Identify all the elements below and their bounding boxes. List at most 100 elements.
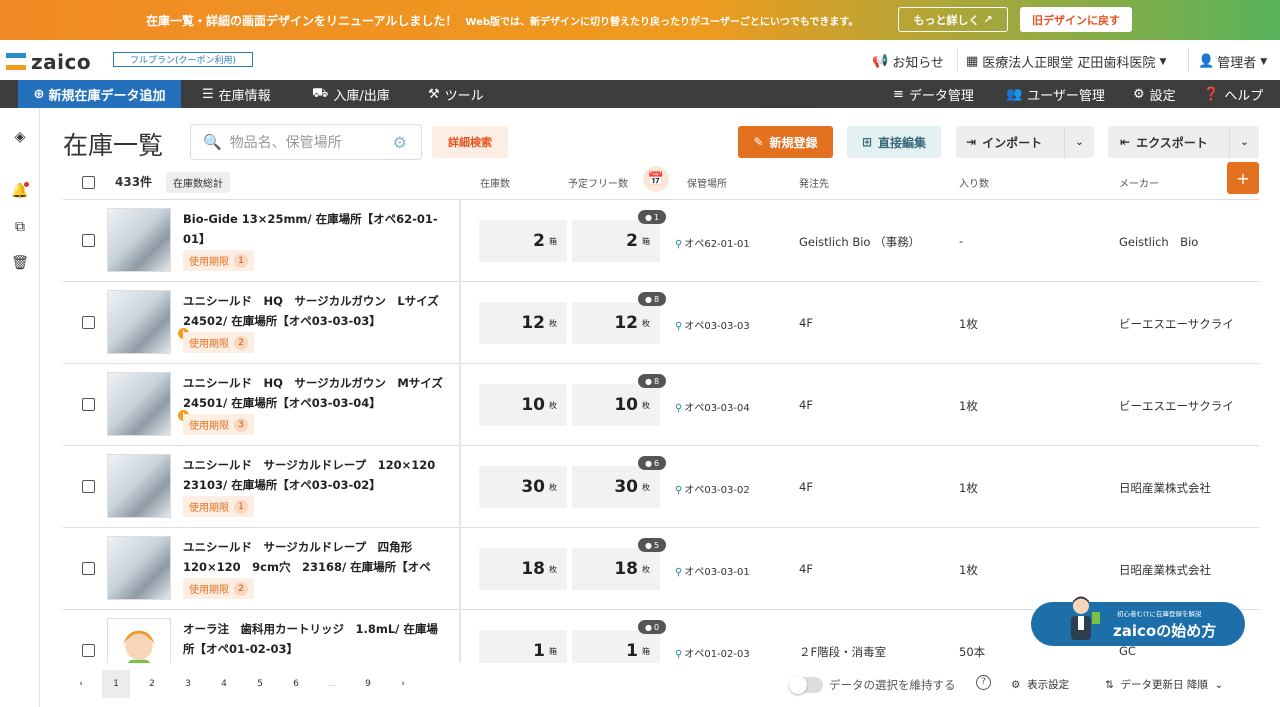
notice-link[interactable]: 📢 お知らせ (872, 52, 944, 71)
import-icon: ⇥ (966, 135, 977, 149)
nav-settings[interactable]: ⚙ 設定 (1133, 80, 1176, 108)
stock-quantity[interactable]: 1箱 (479, 630, 567, 663)
transfer-icon[interactable]: ⧉ (11, 218, 29, 236)
user-menu[interactable]: 👤 管理者 ▼ (1198, 52, 1267, 71)
nav-inventory-info[interactable]: ☰ 在庫情報 (202, 80, 271, 108)
page-6[interactable]: 6 (282, 670, 310, 698)
page-4[interactable]: 4 (210, 670, 238, 698)
stock-total-button[interactable]: 在庫数総計 (166, 172, 230, 193)
nav-data-management[interactable]: ≡ データ管理 (893, 80, 974, 108)
free-quantity[interactable]: 10 枚 (572, 384, 660, 426)
user-count-badge: ● 6 (638, 456, 667, 470)
row-checkbox[interactable] (82, 398, 95, 411)
row-checkbox[interactable] (82, 316, 95, 329)
nav-user-management[interactable]: 👥 ユーザー管理 (1006, 80, 1105, 108)
export-button[interactable]: ⇤ エクスポート ⌄ (1108, 126, 1259, 158)
calendar-icon[interactable]: 📅 (643, 166, 669, 192)
organization-selector[interactable]: ▦ 医療法人正眼堂 疋田歯科医院 ▼ (966, 52, 1166, 71)
page-9[interactable]: 9 (354, 670, 382, 698)
next-page-icon[interactable]: › (389, 670, 417, 698)
product-image[interactable] (107, 372, 171, 436)
page-2[interactable]: 2 (138, 670, 166, 698)
free-quantity[interactable]: 1箱 (572, 630, 660, 663)
chevron-down-icon[interactable]: ⌄ (1064, 126, 1094, 158)
zaico-logo[interactable]: zaico (6, 50, 91, 74)
storage-location: ⚲ オペ03-03-04 (675, 403, 750, 414)
stock-quantity[interactable]: 12 枚 (479, 302, 567, 344)
product-image[interactable] (107, 208, 171, 272)
header-free[interactable]: 予定フリー数 (568, 175, 628, 190)
select-all-checkbox[interactable] (82, 176, 95, 189)
table-row[interactable]: ユニシールド HQ サージカルガウン Lサイズ 24502/ 在庫場所【オペ03… (63, 282, 1259, 364)
product-image[interactable] (107, 290, 171, 354)
getting-started-promo[interactable]: 初心者むけに在庫登録を解説 zaicoの始め方 (1031, 596, 1245, 646)
gear-icon: ⚙ (1133, 86, 1145, 102)
free-quantity[interactable]: 2箱 (572, 220, 660, 262)
page-3[interactable]: 3 (174, 670, 202, 698)
free-quantity[interactable]: 18 枚 (572, 548, 660, 590)
add-inventory-button[interactable]: ⊕ 新規在庫データ追加 (18, 80, 181, 108)
product-name[interactable]: ユニシールド サージカルドレープ 四角形 120×120 9cm穴 23168/… (183, 537, 448, 577)
stock-quantity[interactable]: 30 枚 (479, 466, 567, 508)
header-supplier[interactable]: 発注先 (799, 175, 829, 190)
prev-page-icon[interactable]: ‹ (67, 670, 95, 698)
new-register-button[interactable]: ✎ 新規登録 (738, 126, 833, 158)
product-image[interactable] (107, 618, 171, 663)
stock-quantity[interactable]: 2箱 (479, 220, 567, 262)
nav-help[interactable]: ❓ ヘルプ (1203, 80, 1263, 108)
search-input[interactable]: 🔍 物品名、保管場所 ⚙ (190, 124, 422, 160)
product-image[interactable] (107, 536, 171, 600)
units-per-package: 1枚 (959, 481, 978, 495)
free-quantity[interactable]: 12 枚 (572, 302, 660, 344)
help-icon: ❓ (1203, 86, 1220, 102)
table-row[interactable]: ユニシールド HQ サージカルガウン Mサイズ 24501/ 在庫場所【オペ03… (63, 364, 1259, 446)
product-image[interactable] (107, 454, 171, 518)
more-details-button[interactable]: もっと詳しく ↗ (898, 7, 1008, 32)
old-design-button[interactable]: 旧デザインに戻す (1020, 7, 1132, 32)
search-settings-icon[interactable]: ⚙ (393, 133, 407, 152)
help-circle-icon[interactable]: ? (976, 675, 991, 690)
row-checkbox[interactable] (82, 480, 95, 493)
table-row[interactable]: ユニシールド サージカルドレープ 120×120 23103/ 在庫場所【オペ0… (63, 446, 1259, 528)
user-count-badge: ● 8 (638, 374, 667, 388)
direct-edit-button[interactable]: ⊞ 直接編集 (847, 126, 941, 158)
product-name[interactable]: ユニシールド サージカルドレープ 120×120 23103/ 在庫場所【オペ0… (183, 455, 448, 495)
product-name[interactable]: オーラ注 歯科用カートリッジ 1.8mL/ 在庫場所【オペ01-02-03】 (183, 619, 448, 659)
row-checkbox[interactable] (82, 562, 95, 575)
header-per[interactable]: 入り数 (959, 175, 989, 190)
expiry-badge: 使用期限 1 (183, 250, 254, 271)
product-name[interactable]: Bio-Gide 13×25mm/ 在庫場所【オペ62-01-01】 (183, 209, 448, 249)
page-5[interactable]: 5 (246, 670, 274, 698)
guide-person-icon (1071, 596, 1100, 640)
page-1[interactable]: 1 (102, 670, 130, 698)
table-row[interactable]: Bio-Gide 13×25mm/ 在庫場所【オペ62-01-01】 使用期限 1 2… (63, 200, 1259, 282)
free-quantity[interactable]: 30 枚 (572, 466, 660, 508)
advanced-search-button[interactable]: 詳細検索 (432, 126, 508, 158)
add-column-button[interactable]: + (1227, 162, 1259, 194)
plan-badge[interactable]: フルプラン(クーポン利用) (113, 52, 253, 67)
nav-tools[interactable]: ⚒ ツール (428, 80, 484, 108)
supplier: Geistlich Bio （事務） (799, 235, 921, 249)
person-icon: ● (645, 376, 652, 386)
caret-down-icon: ▼ (1260, 56, 1268, 67)
sort-button[interactable]: ⇅ データ更新日 降順 ⌄ (1105, 677, 1223, 692)
person-icon: ● (645, 622, 652, 632)
stock-quantity[interactable]: 10 枚 (479, 384, 567, 426)
display-settings-button[interactable]: ⚙ 表示設定 (1011, 677, 1069, 692)
row-checkbox[interactable] (82, 644, 95, 657)
bell-icon[interactable]: 🔔 (11, 182, 29, 200)
stock-quantity[interactable]: 18 枚 (479, 548, 567, 590)
chevron-down-icon[interactable]: ⌄ (1229, 126, 1259, 158)
trash-icon[interactable]: 🗑 (11, 254, 29, 272)
header-stock[interactable]: 在庫数 (480, 175, 510, 190)
product-name[interactable]: ユニシールド HQ サージカルガウン Lサイズ 24502/ 在庫場所【オペ03… (183, 291, 448, 331)
product-name[interactable]: ユニシールド HQ サージカルガウン Mサイズ 24501/ 在庫場所【オペ03… (183, 373, 448, 413)
import-button[interactable]: ⇥ インポート ⌄ (956, 126, 1094, 158)
nav-in-out[interactable]: ⛟ 入庫/出庫 (312, 80, 390, 108)
row-checkbox[interactable] (82, 234, 95, 247)
box-icon[interactable]: ◈ (11, 128, 29, 146)
keep-selection-toggle[interactable] (789, 676, 823, 694)
header-location[interactable]: 保管場所 (687, 175, 727, 190)
header-maker[interactable]: メーカー (1119, 175, 1159, 190)
megaphone-icon: 📢 (872, 54, 889, 69)
